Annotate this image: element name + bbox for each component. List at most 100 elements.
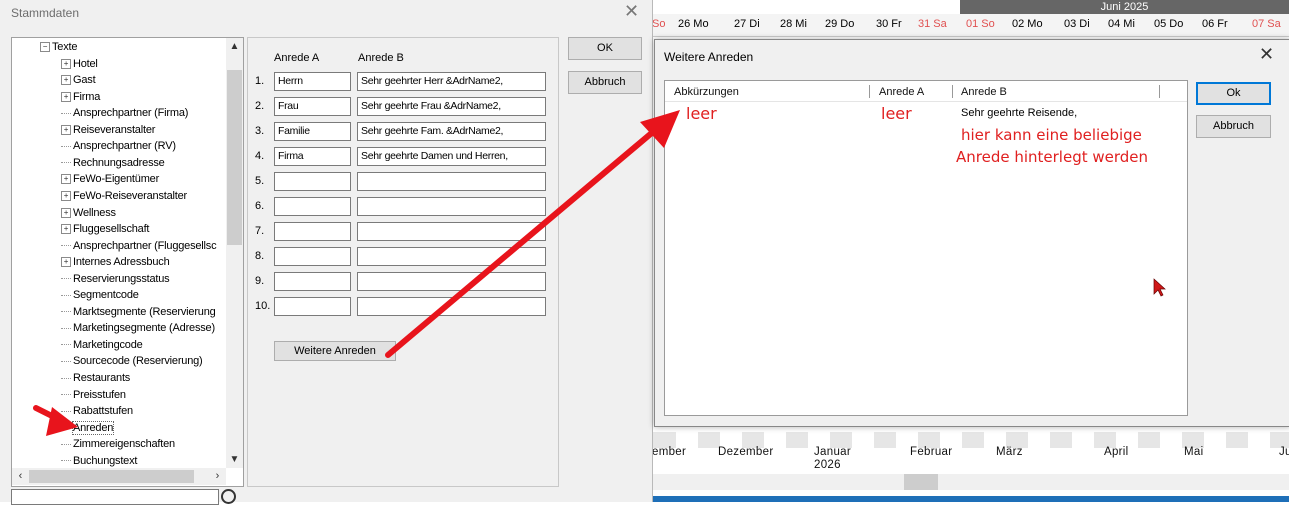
collapse-icon[interactable]: − <box>40 42 50 53</box>
tree-item[interactable]: Segmentcode <box>61 287 139 303</box>
anrede-a-field[interactable]: Frau <box>274 97 351 116</box>
anrede-a-field[interactable]: Familie <box>274 122 351 141</box>
anrede-a-field[interactable] <box>274 297 351 316</box>
tree-item[interactable]: + Reiseveranstalter <box>61 122 155 138</box>
column-divider[interactable] <box>952 85 953 98</box>
anreden-list[interactable]: Abkürzungen Anrede A Anrede B leer leer … <box>664 80 1188 416</box>
search-input[interactable] <box>11 489 219 505</box>
tree-item[interactable]: + Fluggesellschaft <box>61 221 149 237</box>
calendar-day[interactable]: So <box>652 14 665 36</box>
expand-icon[interactable]: + <box>61 75 71 86</box>
tree-item[interactable]: + Gast <box>61 72 96 88</box>
tree-item[interactable]: Marketingcode <box>61 337 143 353</box>
tree-item[interactable]: + Wellness <box>61 205 116 221</box>
chevron-down-icon[interactable]: ▼ <box>226 451 243 468</box>
tree-horizontal-scrollbar[interactable]: ‹ › <box>12 468 226 485</box>
tree-item[interactable]: + Firma <box>61 89 100 105</box>
expand-icon[interactable]: + <box>61 58 71 69</box>
tree-item[interactable]: Preisstufen <box>61 387 126 403</box>
calendar-day[interactable]: 01 So <box>966 14 995 36</box>
scroll-thumb[interactable] <box>29 470 194 483</box>
tree-item[interactable]: − Texte <box>40 39 77 55</box>
expand-icon[interactable]: + <box>61 224 71 235</box>
calendar-day[interactable]: 28 Mi <box>780 14 807 36</box>
tree-item[interactable]: + FeWo-Reiseveranstalter <box>61 188 187 204</box>
list-cell-anrede-a[interactable]: leer <box>881 104 912 123</box>
tree-item[interactable]: + Internes Adressbuch <box>61 254 170 270</box>
anrede-a-field[interactable] <box>274 197 351 216</box>
tree-item[interactable]: Anreden <box>61 420 115 436</box>
tree-item[interactable]: Rechnungsadresse <box>61 155 165 171</box>
tree-item[interactable]: Ansprechpartner (Firma) <box>61 105 188 121</box>
list-cell-anrede-b[interactable]: Sehr geehrte Reisende, <box>961 107 1077 119</box>
tree-item[interactable]: Restaurants <box>61 370 130 386</box>
calendar-day[interactable]: 29 Do <box>825 14 854 36</box>
anrede-b-field[interactable] <box>357 222 546 241</box>
list-cell-abkuerzung[interactable]: leer <box>686 104 717 123</box>
close-icon[interactable]: ✕ <box>624 1 639 22</box>
anrede-b-field[interactable]: Sehr geehrte Damen und Herren, <box>357 147 546 166</box>
tree-item[interactable]: Sourcecode (Reservierung) <box>61 353 203 369</box>
calendar-day[interactable]: 03 Di <box>1064 14 1090 36</box>
anrede-b-field[interactable] <box>357 247 546 266</box>
calendar-day[interactable]: 05 Do <box>1154 14 1183 36</box>
cancel-button[interactable]: Abbruch <box>568 71 642 94</box>
calendar-day[interactable]: 26 Mo <box>678 14 709 36</box>
anrede-b-field[interactable] <box>357 197 546 216</box>
weitere-anreden-button[interactable]: Weitere Anreden <box>274 341 396 361</box>
anrede-a-field[interactable] <box>274 272 351 291</box>
tree-item[interactable]: Zimmereigenschaften <box>61 436 175 452</box>
tree-item[interactable]: Ansprechpartner (RV) <box>61 138 176 154</box>
calendar-day[interactable]: 27 Di <box>734 14 760 36</box>
tree-item[interactable]: Buchungstext <box>61 453 137 468</box>
anrede-a-field[interactable] <box>274 172 351 191</box>
tree-item[interactable]: Reservierungsstatus <box>61 271 170 287</box>
chevron-right-icon[interactable]: › <box>209 468 226 485</box>
chevron-left-icon[interactable]: ‹ <box>12 468 29 485</box>
anrede-b-field[interactable] <box>357 172 546 191</box>
scroll-thumb[interactable] <box>227 70 242 245</box>
column-header-anrede-a[interactable]: Anrede A <box>879 86 924 98</box>
chevron-up-icon[interactable]: ▲ <box>226 38 243 55</box>
anrede-a-field[interactable]: Firma <box>274 147 351 166</box>
expand-icon[interactable]: + <box>61 124 71 135</box>
expand-icon[interactable]: + <box>61 207 71 218</box>
anrede-a-field[interactable] <box>274 222 351 241</box>
calendar-horizontal-scrollbar[interactable] <box>652 474 1289 490</box>
tree-item[interactable]: Marketingsegmente (Adresse) <box>61 320 215 336</box>
close-icon[interactable]: ✕ <box>1259 44 1274 65</box>
cancel-button[interactable]: Abbruch <box>1196 115 1271 138</box>
anrede-a-field[interactable] <box>274 247 351 266</box>
tree-item[interactable]: Ansprechpartner (Fluggesellsc <box>61 238 217 254</box>
calendar-day[interactable]: 07 Sa <box>1252 14 1281 36</box>
calendar-day[interactable]: 30 Fr <box>876 14 902 36</box>
category-tree[interactable]: − Texte + Hotel + Gast + Firma Ansprechpartner (… <box>11 37 244 487</box>
anreden-panel: Anrede A Anrede B 1. Herrn Sehr geehrter H… <box>247 37 559 487</box>
ok-button[interactable]: OK <box>568 37 642 60</box>
column-header-anrede-b[interactable]: Anrede B <box>961 86 1007 98</box>
column-divider[interactable] <box>1159 85 1160 98</box>
calendar-day[interactable]: 06 Fr <box>1202 14 1228 36</box>
column-header-abkuerzungen[interactable]: Abkürzungen <box>674 86 739 98</box>
tree-item[interactable]: + Hotel <box>61 56 98 72</box>
scroll-thumb[interactable] <box>904 474 938 490</box>
ok-button[interactable]: Ok <box>1196 82 1271 105</box>
anrede-b-field[interactable]: Sehr geehrte Fam. &AdrName2, <box>357 122 546 141</box>
calendar-day[interactable]: 02 Mo <box>1012 14 1043 36</box>
anrede-b-field[interactable] <box>357 272 546 291</box>
expand-icon[interactable]: + <box>61 191 71 202</box>
anrede-b-field[interactable]: Sehr geehrte Frau &AdrName2, <box>357 97 546 116</box>
expand-icon[interactable]: + <box>61 257 71 268</box>
tree-item[interactable]: + FeWo-Eigentümer <box>61 171 159 187</box>
calendar-day[interactable]: 31 Sa <box>918 14 947 36</box>
anrede-b-field[interactable]: Sehr geehrter Herr &AdrName2, <box>357 72 546 91</box>
calendar-day[interactable]: 04 Mi <box>1108 14 1135 36</box>
column-divider[interactable] <box>869 85 870 98</box>
anrede-a-field[interactable]: Herrn <box>274 72 351 91</box>
expand-icon[interactable]: + <box>61 91 71 102</box>
tree-item[interactable]: Marktsegmente (Reservierung <box>61 304 216 320</box>
anrede-b-field[interactable] <box>357 297 546 316</box>
tree-vertical-scrollbar[interactable]: ▲ ▼ <box>226 38 243 468</box>
tree-item[interactable]: Rabattstufen <box>61 403 133 419</box>
expand-icon[interactable]: + <box>61 174 71 185</box>
